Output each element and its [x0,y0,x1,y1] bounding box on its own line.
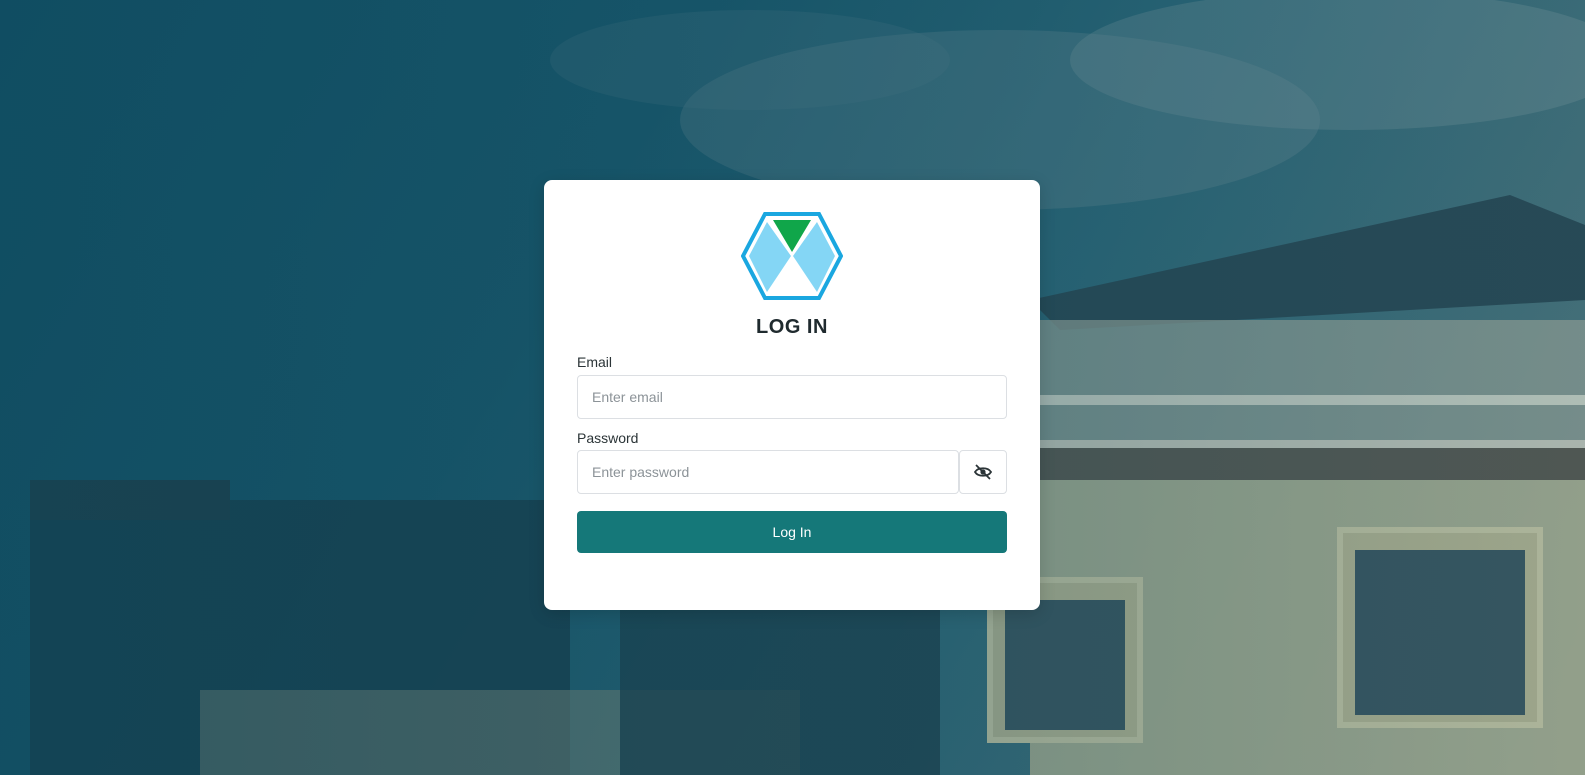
hexagon-logo-icon [741,212,843,300]
eye-slash-icon [973,464,993,480]
email-input[interactable] [577,375,1007,419]
login-button[interactable]: Log In [577,511,1007,553]
password-input[interactable] [577,450,959,494]
login-card: LOG IN Email Password Log In [544,180,1040,610]
page-title: LOG IN [756,316,828,338]
toggle-password-visibility-button[interactable] [959,450,1007,494]
email-label: Email [577,354,613,370]
password-label: Password [577,430,639,446]
